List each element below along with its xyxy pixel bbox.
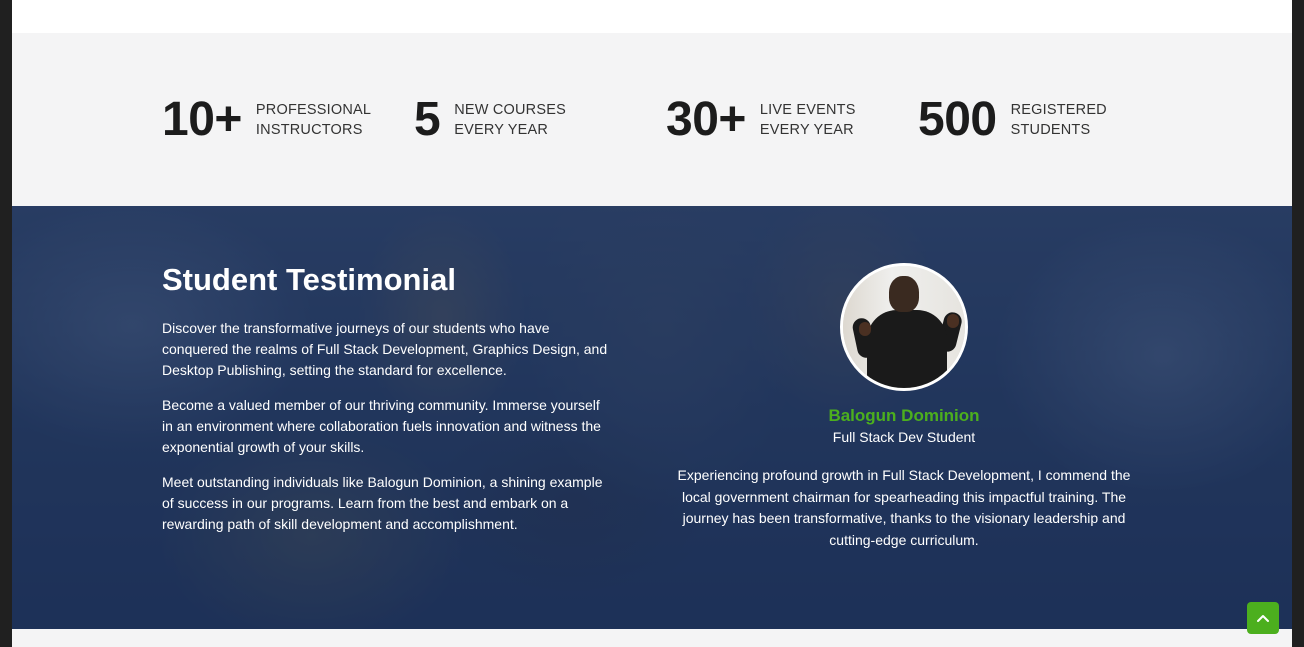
- student-name: Balogun Dominion: [828, 406, 980, 425]
- stat-label-line2: INSTRUCTORS: [255, 122, 363, 138]
- stat-label-line2: STUDENTS: [1010, 122, 1091, 138]
- student-role: Full Stack Dev Student: [832, 429, 976, 445]
- stat-number: 500: [918, 93, 997, 146]
- chevron-up-icon: [1257, 614, 1269, 622]
- scroll-to-top-button[interactable]: [1247, 602, 1279, 634]
- testimonial-intro: Student Testimonial Discover the transfo…: [162, 262, 612, 549]
- intro-paragraph-1: Discover the transformative journeys of …: [162, 320, 608, 378]
- stat-label-line1: REGISTERED: [1010, 102, 1107, 118]
- stats-section: 10+ PROFESSIONAL INSTRUCTORS 5 NEW COURS…: [12, 33, 1292, 206]
- intro-paragraph-3: Meet outstanding individuals like Balogu…: [162, 474, 603, 532]
- next-section-edge: [12, 629, 1292, 647]
- stat-events: 30+ LIVE EVENTS EVERY YEAR: [666, 95, 856, 145]
- stat-number: 5: [414, 93, 441, 146]
- stat-courses: 5 NEW COURSES EVERY YEAR: [414, 95, 566, 145]
- stat-label-line1: NEW COURSES: [454, 102, 566, 118]
- stat-label: NEW COURSES EVERY YEAR: [454, 100, 566, 140]
- stat-label: REGISTERED STUDENTS: [1011, 100, 1107, 140]
- stat-label: PROFESSIONAL INSTRUCTORS: [256, 100, 371, 140]
- stat-label-line2: EVERY YEAR: [454, 122, 549, 138]
- student-quote: Experiencing profound growth in Full Sta…: [677, 467, 1131, 548]
- section-title: Student Testimonial: [162, 262, 456, 297]
- stat-instructors: 10+ PROFESSIONAL INSTRUCTORS: [162, 95, 371, 145]
- stat-label-line1: LIVE EVENTS: [759, 102, 856, 118]
- header-spacer: [12, 0, 1292, 33]
- testimonial-section: Student Testimonial Discover the transfo…: [12, 206, 1292, 629]
- stat-number: 10+: [162, 93, 242, 146]
- stat-label-line2: EVERY YEAR: [759, 122, 854, 138]
- intro-paragraph-2: Become a valued member of our thriving c…: [162, 397, 601, 455]
- stat-number: 30+: [666, 93, 746, 146]
- testimonial-card: Balogun Dominion Full Stack Dev Student …: [667, 263, 1141, 551]
- stat-label: LIVE EVENTS EVERY YEAR: [760, 100, 856, 140]
- stat-students: 500 REGISTERED STUDENTS: [918, 95, 1107, 145]
- student-avatar: [840, 263, 968, 391]
- stat-label-line1: PROFESSIONAL: [255, 102, 372, 118]
- page-frame: 10+ PROFESSIONAL INSTRUCTORS 5 NEW COURS…: [12, 0, 1292, 647]
